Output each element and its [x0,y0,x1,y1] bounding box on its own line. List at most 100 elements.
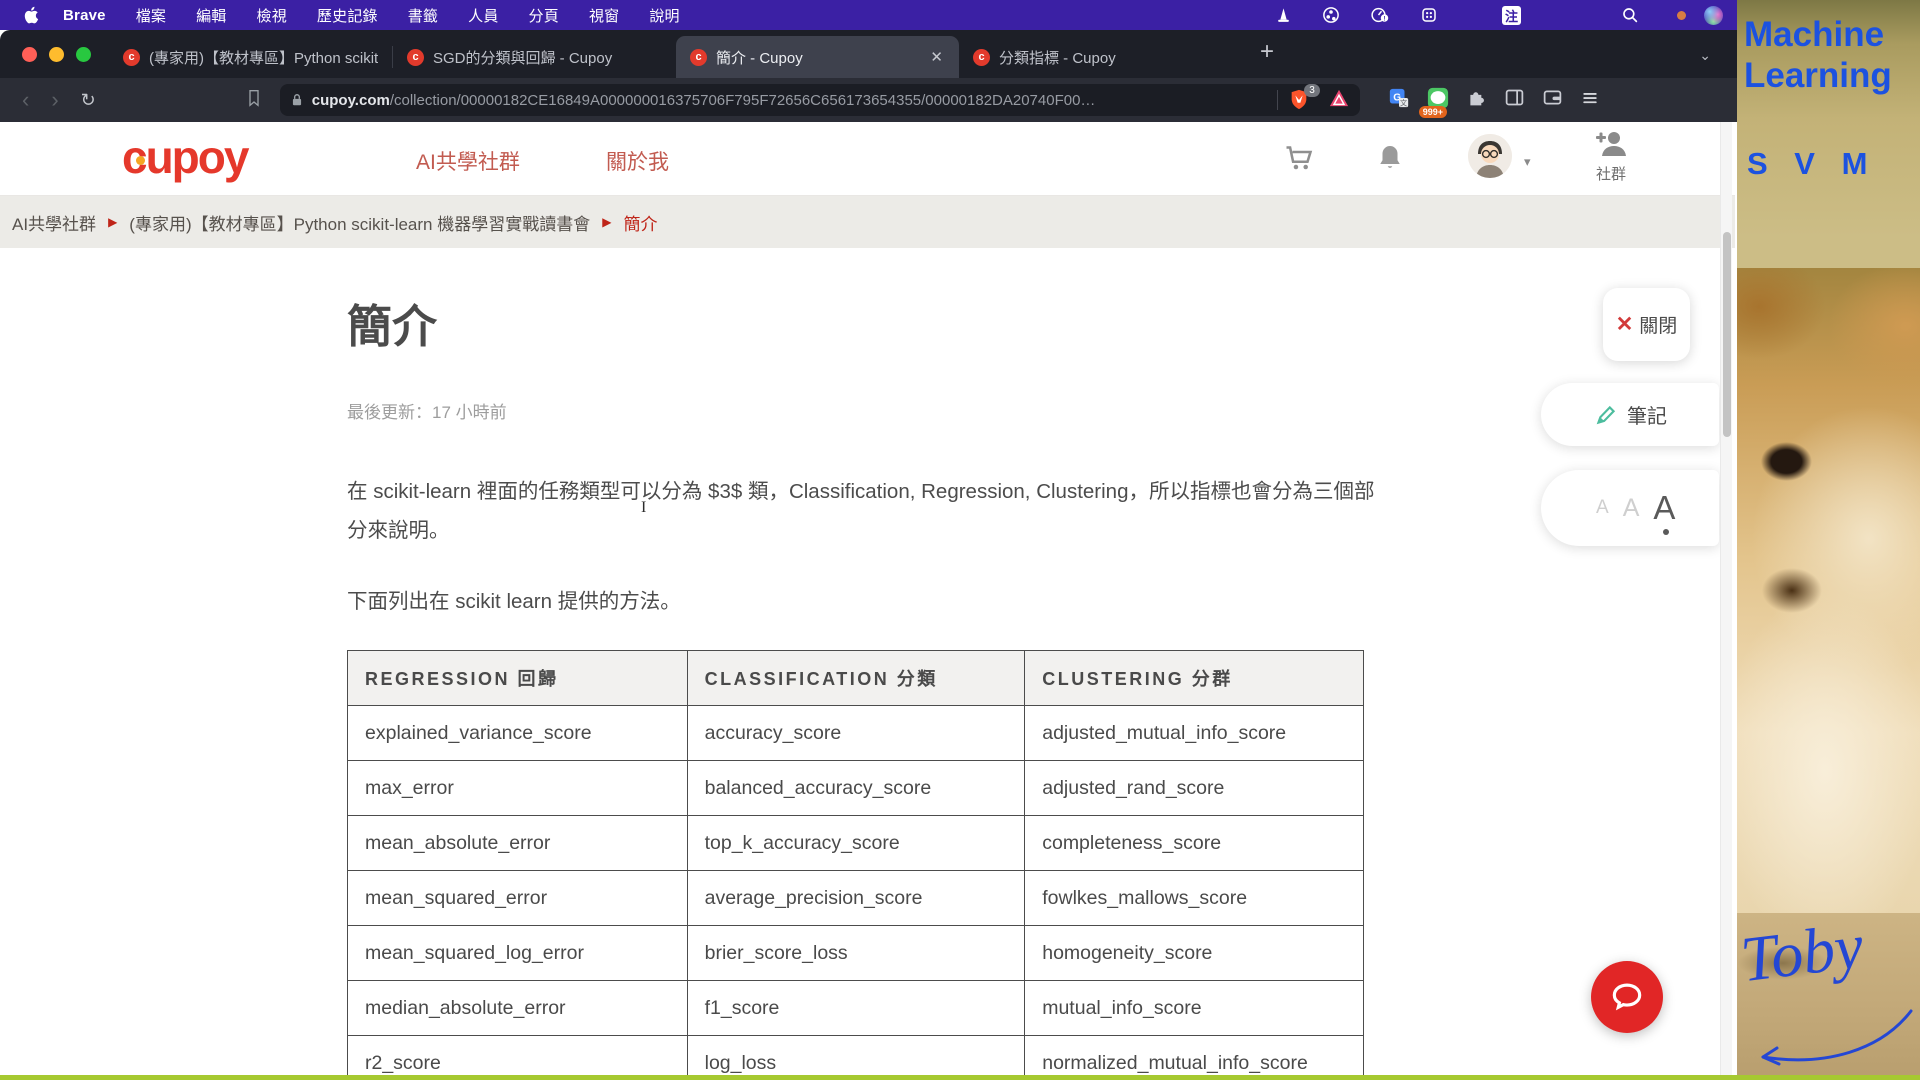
cupoy-favicon: c [690,48,707,66]
tab-title: 分類指標 - Cupoy [999,49,1116,67]
avatar-dropdown-caret-icon[interactable]: ▾ [1524,154,1531,170]
back-button[interactable]: ‹ [22,89,29,111]
breadcrumb-arrow-icon: ▶ [602,215,612,229]
browser-menu-icon[interactable] [1580,88,1600,113]
web-page: cupoy AI共學社群 關於我 ▾ 社群 AI共學社群 ▶ (專家用)【教材專… [0,122,1735,1080]
video-artifact-strip [0,1075,1920,1080]
cell: explained_variance_score [347,705,688,761]
cell: median_absolute_error [347,980,688,1036]
menu-item-file[interactable]: 檔案 [136,5,166,26]
menu-item-window[interactable]: 視窗 [589,5,619,26]
tab-search-chevron-icon[interactable]: ⌄ [1699,47,1711,64]
line-extension-icon[interactable]: 999+ [1418,87,1449,118]
minimize-window-button[interactable] [49,47,64,62]
cell: balanced_accuracy_score [686,760,1026,816]
grid-shield-icon[interactable] [1420,6,1438,24]
breadcrumb-item[interactable]: AI共學社群 [12,210,96,235]
community-label: 社群 [1595,166,1626,183]
menu-item-help[interactable]: 說明 [649,5,679,26]
metrics-table: REGRESSION 回歸 CLASSIFICATION 分類 CLUSTERI… [347,650,1364,1080]
nav-about-me[interactable]: 關於我 [606,146,669,176]
table-row: mean_squared_log_error brier_score_loss ho… [347,925,1364,981]
scrollbar-thumb[interactable] [1723,232,1731,437]
table-row: r2_score log_loss normalized_mutual_info_s… [347,1035,1364,1080]
note-label: 筆記 [1627,406,1667,428]
spotlight-search-icon[interactable] [1621,6,1639,24]
close-tab-icon[interactable]: ✕ [928,48,945,66]
cell: log_loss [686,1035,1026,1080]
font-size-medium[interactable]: A [1623,494,1640,523]
user-avatar[interactable] [1468,134,1512,178]
cupoy-logo[interactable]: cupoy [122,130,249,184]
translate-extension-icon[interactable]: G文 [1388,87,1410,114]
extensions-area: G文 999+ [1388,87,1600,118]
cell: mutual_info_score [1024,980,1364,1036]
zoom-window-button[interactable] [76,47,91,62]
cupoy-favicon: c [973,48,990,66]
siri-icon[interactable] [1704,5,1723,25]
help-chat-button[interactable] [1591,961,1663,1033]
note-button[interactable]: 筆記 [1541,383,1719,446]
tab-title: SGD的分類與回歸 - Cupoy [433,49,613,67]
sidebar-toggle-icon[interactable] [1504,87,1525,113]
col-header-regression: REGRESSION 回歸 [347,650,688,706]
close-article-button[interactable]: ✕ 關閉 [1603,288,1690,361]
nav-ai-community[interactable]: AI共學社群 [416,146,520,176]
obs-studio-icon[interactable] [1322,6,1340,24]
menu-bar-status-area: ! 注 [1275,0,1737,30]
brave-rewards-triangle-icon[interactable] [1328,88,1350,113]
new-tab-button[interactable]: + [1260,38,1274,66]
forward-button[interactable]: › [51,89,58,111]
cell: normalized_mutual_info_score [1024,1035,1364,1080]
cell: homogeneity_score [1024,925,1364,981]
menu-item-edit[interactable]: 編輯 [196,5,226,26]
bookmark-icon[interactable] [246,88,262,113]
cell: fowlkes_mallows_score [1024,870,1364,926]
menu-item-tabs[interactable]: 分頁 [529,5,559,26]
table-row: explained_variance_score accuracy_score ad… [347,705,1364,761]
browser-tab-1[interactable]: c (專家用)【教材專區】Python scikit-l [109,36,392,78]
cart-icon[interactable] [1282,140,1318,181]
browser-tab-2[interactable]: c SGD的分類與回歸 - Cupoy [393,36,676,78]
notifications-bell-icon[interactable] [1372,140,1408,181]
reload-button[interactable]: ↻ [81,90,96,111]
breadcrumb-current: 簡介 [623,214,658,234]
page-scrollbar[interactable] [1720,122,1732,1080]
overlay-panel: Machine Learning S V M Toby [1737,0,1920,1080]
table-row: mean_absolute_error top_k_accuracy_score c… [347,815,1364,871]
browser-tab-4[interactable]: c 分類指標 - Cupoy [959,36,1242,78]
overlay-subtitle: S V M [1747,146,1877,181]
menu-item-history[interactable]: 歷史記錄 [317,5,378,26]
wallet-icon[interactable] [1542,87,1563,113]
font-size-control[interactable]: A A A [1541,470,1719,546]
extensions-puzzle-icon[interactable] [1466,87,1487,113]
vlc-cone-icon[interactable] [1275,7,1292,24]
font-size-large-selected[interactable]: A [1653,489,1675,535]
table-row: mean_squared_error average_precision_scor… [347,870,1364,926]
font-size-small[interactable]: A [1596,497,1609,519]
menu-item-people[interactable]: 人員 [468,5,498,26]
svg-text:!: ! [1384,16,1386,22]
table-row: median_absolute_error f1_score mutual_info… [347,980,1364,1036]
chat-bubble-icon [1612,983,1642,1011]
brave-shield-icon[interactable]: 3 [1288,84,1320,112]
address-bar[interactable]: cupoy.com/collection/00000182CE16849A000… [279,84,1360,116]
recording-dot-icon [1677,10,1686,20]
urlbar-divider [1276,90,1278,110]
browser-tab-strip: c (專家用)【教材專區】Python scikit-l c SGD的分類與回歸… [0,30,1737,78]
input-method-icon[interactable]: 注 [1502,5,1521,25]
close-window-button[interactable] [22,47,37,62]
close-x-icon: ✕ [1615,313,1634,336]
activity-meter-icon[interactable]: ! [1370,6,1390,24]
tab-title: (專家用)【教材專區】Python scikit-l [149,49,378,67]
cell: adjusted_mutual_info_score [1024,705,1364,761]
menu-item-bookmarks[interactable]: 書籤 [408,5,438,26]
apple-menu-icon[interactable] [22,5,39,25]
pencil-icon [1596,405,1616,424]
breadcrumb-item[interactable]: (專家用)【教材專區】Python scikit-learn 機器學習實戰讀書會 [129,210,590,235]
menu-item-view[interactable]: 檢視 [257,5,287,26]
community-button[interactable]: 社群 [1594,130,1628,184]
menu-item-brave[interactable]: Brave [63,7,106,24]
browser-tab-3-active[interactable]: c 簡介 - Cupoy ✕ [676,36,959,78]
cell: max_error [347,760,688,816]
